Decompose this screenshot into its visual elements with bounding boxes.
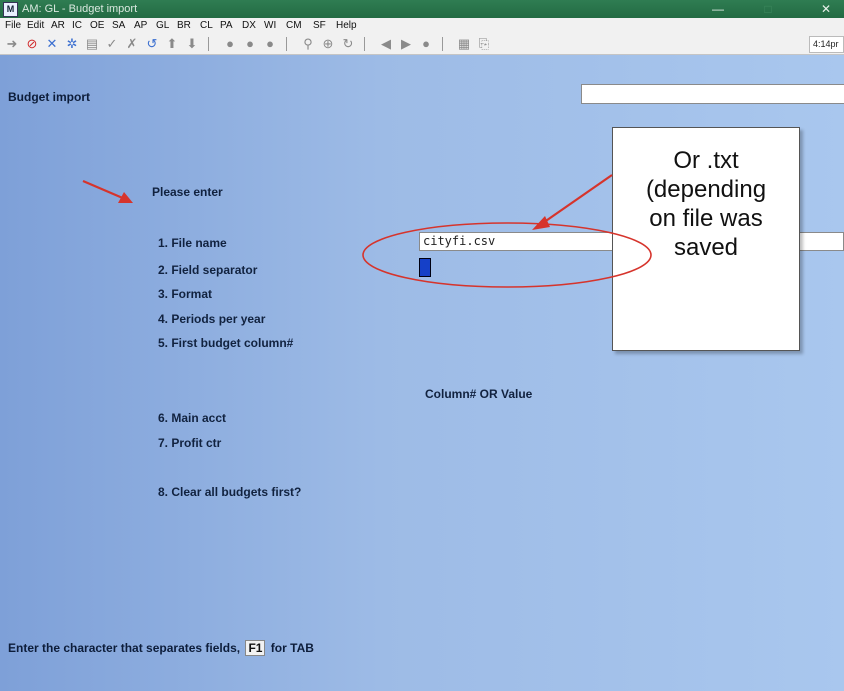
binoculars-icon[interactable]: ⚲ — [300, 36, 316, 52]
field-label-file-name: 1. File name — [158, 236, 227, 250]
tools-icon[interactable]: ✕ — [44, 36, 60, 52]
menu-ic[interactable]: IC — [72, 20, 82, 31]
callout-line: saved — [673, 234, 739, 261]
menu-gl[interactable]: GL — [156, 20, 169, 31]
cancel-icon[interactable]: ⊘ — [24, 36, 40, 52]
circle-icon[interactable]: ● — [262, 36, 278, 52]
gear-icon[interactable]: ✲ — [64, 36, 80, 52]
field-separator-cursor[interactable] — [419, 258, 431, 277]
undo-icon[interactable]: ↺ — [144, 36, 160, 52]
title-bar: M AM: GL - Budget import — □ ✕ — [0, 0, 844, 18]
field-label-first-column: 5. First budget column# — [158, 336, 294, 350]
app-icon: M — [3, 2, 18, 17]
previous-icon[interactable]: ◀ — [378, 36, 394, 52]
window-title: AM: GL - Budget import — [22, 3, 138, 15]
menu-cl[interactable]: CL — [200, 20, 213, 31]
menu-ap[interactable]: AP — [134, 20, 147, 31]
minimize-button[interactable]: — — [700, 0, 736, 18]
maximize-button[interactable]: □ — [750, 0, 786, 18]
field-label-clear-budgets: 8. Clear all budgets first? — [158, 485, 302, 499]
top-input-box[interactable] — [581, 84, 844, 104]
field-label-separator: 2. Field separator — [158, 263, 258, 277]
menu-dx[interactable]: DX — [242, 20, 256, 31]
menu-help[interactable]: Help — [336, 20, 357, 31]
menu-pa[interactable]: PA — [220, 20, 233, 31]
toolbar: ➜ ⊘ ✕ ✲ ▤ ✓ ✗ ↺ ⬆ ⬇ ● ● ● ⚲ ⊕ ↻ ◀ ▶ ● ▦ … — [0, 34, 844, 55]
toolbar-divider — [364, 37, 365, 51]
circle-icon[interactable]: ● — [222, 36, 238, 52]
toolbar-divider — [286, 37, 287, 51]
delete-icon[interactable]: ✗ — [124, 36, 140, 52]
field-label-periods: 4. Periods per year — [158, 312, 266, 326]
calculator-icon[interactable]: ▦ — [456, 36, 472, 52]
print-icon[interactable]: ▤ — [84, 36, 100, 52]
callout-box: Or .txt (depending on file was saved — [612, 127, 800, 351]
callout-line: (depending — [645, 176, 767, 203]
circle-icon[interactable]: ● — [242, 36, 258, 52]
status-text: Enter the character that separates field… — [8, 641, 241, 655]
menu-file[interactable]: File — [5, 20, 21, 31]
menu-sa[interactable]: SA — [112, 20, 125, 31]
refresh-icon[interactable]: ↻ — [340, 36, 356, 52]
callout-line: on file was — [649, 205, 763, 232]
screenshot-icon[interactable]: ⎘ — [476, 36, 492, 52]
close-button[interactable]: ✕ — [808, 0, 844, 18]
checkmark-icon[interactable]: ✓ — [104, 36, 120, 52]
menu-ar[interactable]: AR — [51, 20, 65, 31]
menu-wi[interactable]: WI — [264, 20, 276, 31]
zoom-icon[interactable]: ⊕ — [320, 36, 336, 52]
menu-br[interactable]: BR — [177, 20, 191, 31]
clock: 4:14pr — [809, 36, 844, 53]
menu-sf[interactable]: SF — [313, 20, 326, 31]
toolbar-divider — [442, 37, 443, 51]
column-header: Column# OR Value — [425, 387, 533, 401]
toolbar-divider — [208, 37, 209, 51]
status-text-end: for TAB — [270, 641, 314, 655]
prompt-label: Please enter — [152, 185, 223, 199]
screen-title: Budget import — [8, 90, 90, 104]
status-line: Enter the character that separates field… — [8, 640, 314, 656]
f1-key-badge[interactable]: F1 — [245, 640, 266, 656]
field-label-main-acct: 6. Main acct — [158, 411, 227, 425]
next-icon[interactable]: ➜ — [4, 36, 20, 52]
callout-line: Or .txt — [673, 147, 739, 174]
record-icon[interactable]: ● — [418, 36, 434, 52]
field-label-format: 3. Format — [158, 287, 213, 301]
down-arrow-icon[interactable]: ⬇ — [184, 36, 200, 52]
menu-cm[interactable]: CM — [286, 20, 302, 31]
play-icon[interactable]: ▶ — [398, 36, 414, 52]
menu-edit[interactable]: Edit — [27, 20, 44, 31]
menu-bar: File Edit AR IC OE SA AP GL BR CL PA DX … — [0, 18, 844, 34]
menu-oe[interactable]: OE — [90, 20, 104, 31]
up-arrow-icon[interactable]: ⬆ — [164, 36, 180, 52]
field-label-profit-ctr: 7. Profit ctr — [158, 436, 222, 450]
